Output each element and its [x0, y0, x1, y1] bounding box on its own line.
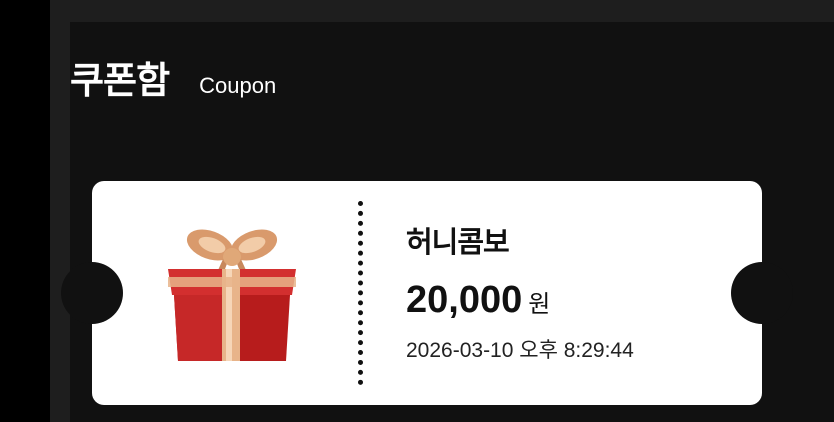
- coupon-amount: 20,000: [406, 279, 523, 321]
- left-gutter: [0, 0, 50, 422]
- coupon-date: 2026-03-10 오후 8:29:44: [406, 339, 634, 362]
- page-header: 쿠폰함 Coupon: [70, 50, 276, 104]
- page-title: 쿠폰함: [70, 59, 170, 102]
- page-subtitle: Coupon: [199, 73, 277, 98]
- coupon-amount-row: 20,000 원: [406, 279, 634, 322]
- coupon-notch-right: [731, 262, 793, 324]
- coupon-info: 허니콤보 20,000 원 2026-03-10 오후 8:29:44: [406, 219, 634, 364]
- gift-box-icon: [168, 229, 296, 361]
- coupon-amount-unit: 원: [528, 290, 551, 318]
- coupon-card[interactable]: 허니콤보 20,000 원 2026-03-10 오후 8:29:44: [61, 181, 793, 405]
- coupon-notch-left: [61, 262, 123, 324]
- coupon-name: 허니콤보: [406, 225, 510, 259]
- coupon-perforation: [358, 201, 363, 385]
